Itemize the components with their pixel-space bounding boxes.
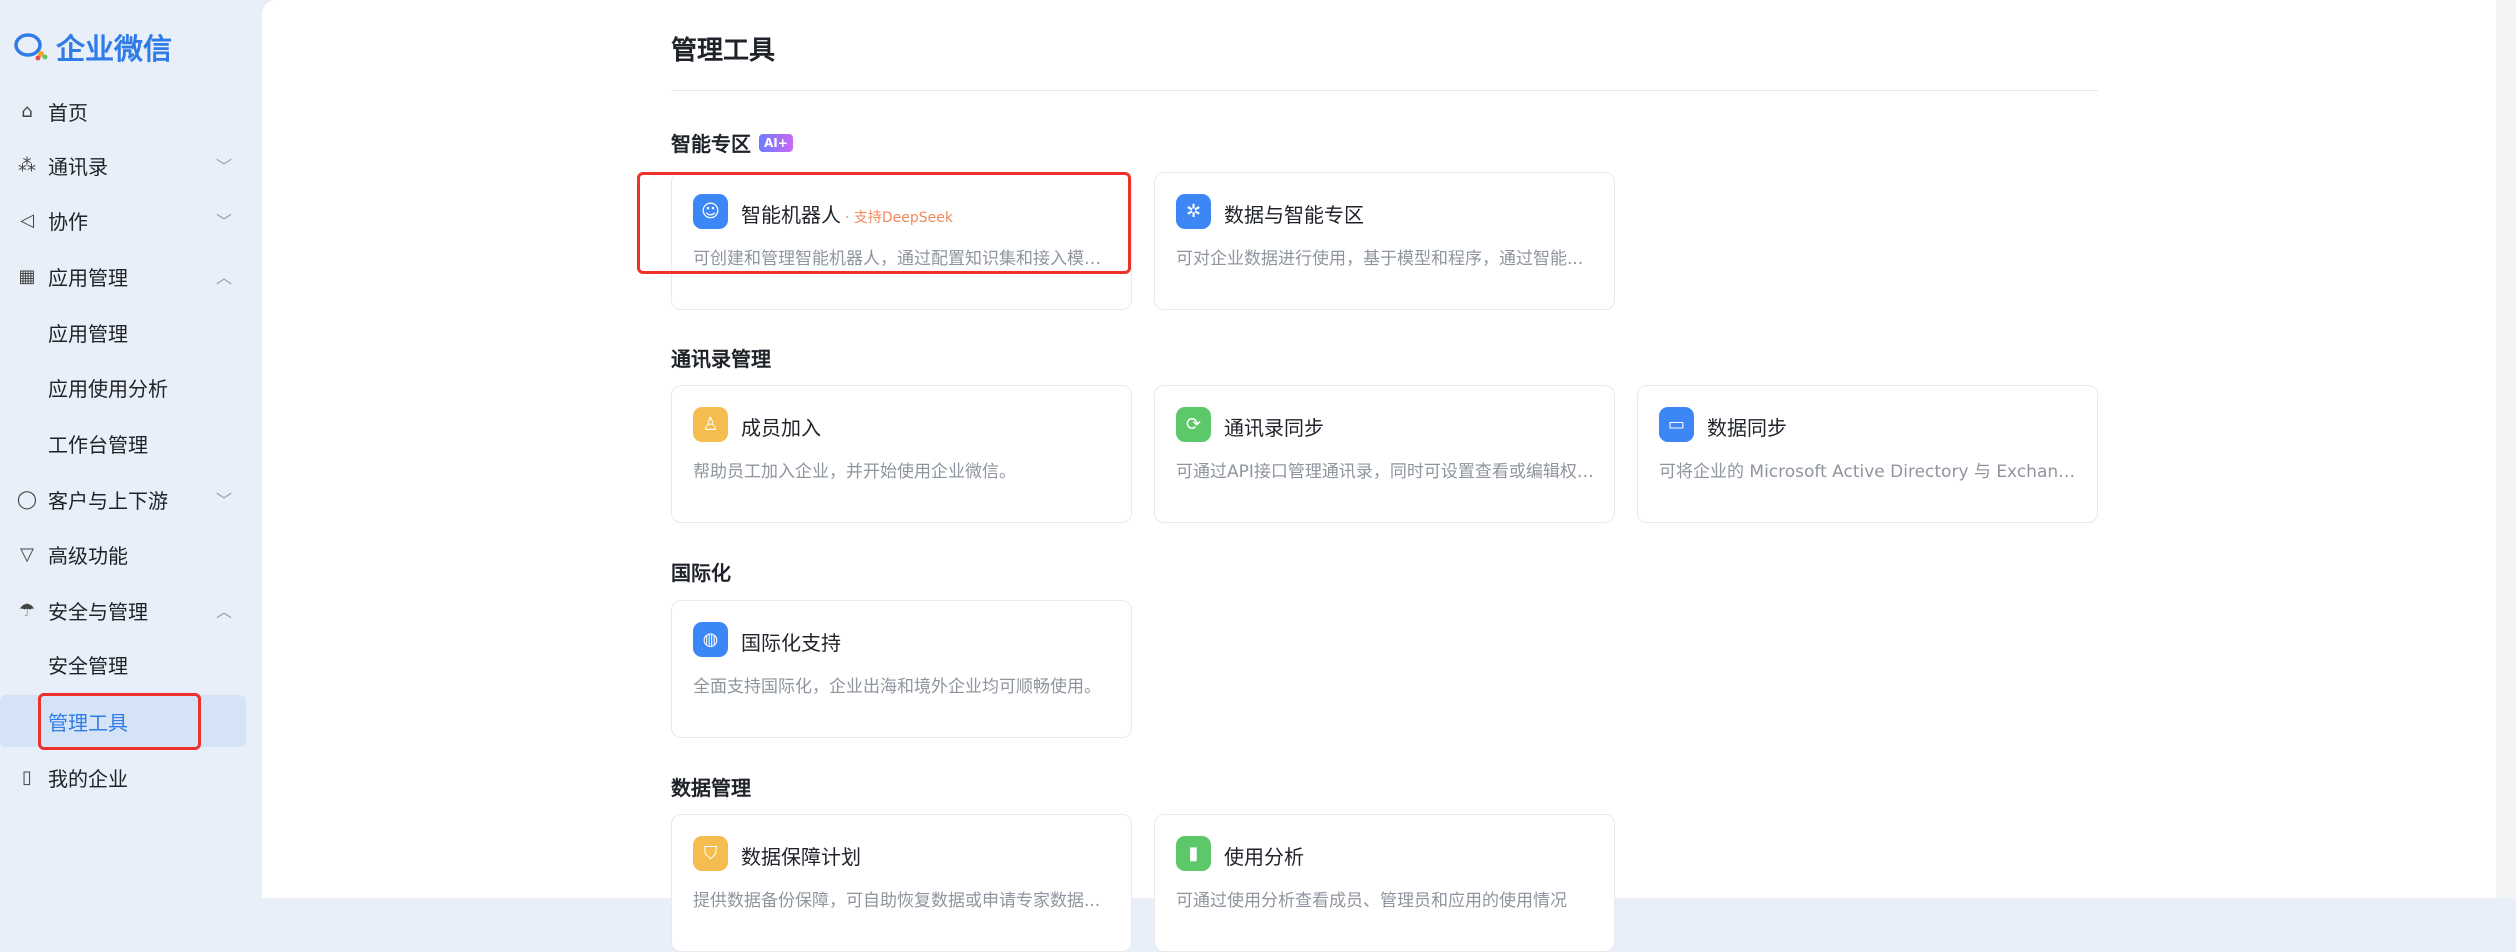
scrollbar-track[interactable] — [2496, 0, 2516, 898]
card-title: 国际化支持 — [741, 627, 841, 656]
card-description: 可将企业的 Microsoft Active Directory 与 Excha… — [1659, 462, 2079, 482]
sidebar-item-label: 首页 — [48, 100, 88, 125]
section-heading: 国际化 — [671, 557, 731, 586]
tool-card[interactable]: ⛉ 数据保障计划 提供数据备份保障，可自助恢复数据或申请专家数据... — [671, 814, 1132, 952]
sidebar-item-label: 管理工具 — [48, 710, 128, 735]
tool-icon: ⟳ — [1176, 407, 1211, 442]
tool-card[interactable]: ✲ 数据与智能专区 可对企业数据进行使用，基于模型和程序，通过智能... — [1154, 172, 1615, 310]
app-logo[interactable]: 企业微信 — [14, 26, 172, 68]
sidebar-item-label: 应用管理 — [48, 321, 128, 346]
sidebar-item-label: 高级功能 — [48, 543, 128, 568]
sidebar-item-label: 应用管理 — [48, 265, 128, 290]
section-title: 数据管理 — [671, 776, 751, 800]
chevron-down-icon[interactable]: ﹀ — [214, 487, 234, 511]
tool-icon: ⛉ — [693, 836, 728, 871]
section-heading: 数据管理 — [671, 772, 751, 801]
tool-icon: ▭ — [1659, 407, 1694, 442]
tool-icon: ▮ — [1176, 836, 1211, 871]
home-icon: ⌂ — [21, 100, 33, 122]
tool-icon: ♙ — [693, 407, 728, 442]
sidebar-item-label: 安全与管理 — [48, 599, 148, 624]
card-title: 智能机器人 · 支持DeepSeek — [741, 199, 953, 228]
chevron-down-icon[interactable]: ﹀ — [214, 153, 234, 177]
sidebar-item-label: 应用使用分析 — [48, 376, 168, 401]
card-description: 可通过使用分析查看成员、管理员和应用的使用情况 — [1176, 891, 1567, 911]
app-title: 企业微信 — [56, 32, 173, 66]
chevron-down-icon[interactable]: ﹀ — [214, 208, 234, 232]
card-title-text: 通讯录同步 — [1224, 416, 1324, 440]
tool-card[interactable]: ▮ 使用分析 可通过使用分析查看成员、管理员和应用的使用情况 — [1154, 814, 1615, 952]
sidebar-item-label: 安全管理 — [48, 653, 128, 678]
collab-icon: ◁ — [20, 209, 34, 231]
sidebar: 企业微信 ⌂ 首页 ⁂ 通讯录 ﹀ ◁ 协作 ﹀ ▦ 应用管理 ︿ 应用管理应用使用分析 工作台管理 ◯ 客… — [0, 0, 262, 898]
sidebar-item-label: 协作 — [48, 209, 88, 234]
card-title: 数据与智能专区 — [1224, 199, 1364, 228]
card-description: 提供数据备份保障，可自助恢复数据或申请专家数据... — [693, 891, 1101, 911]
card-description: 可对企业数据进行使用，基于模型和程序，通过智能... — [1176, 249, 1584, 269]
tool-icon: ☺ — [693, 194, 728, 229]
card-description: 可创建和管理智能机器人，通过配置知识集和接入模型... — [693, 249, 1113, 269]
umbrella-icon: ☂ — [18, 599, 36, 621]
card-title: 成员加入 — [741, 412, 821, 441]
section-heading: 智能专区 AI+ — [671, 128, 793, 157]
card-title-text: 数据与智能专区 — [1224, 203, 1364, 227]
card-title: 数据同步 — [1707, 412, 1787, 441]
chat-bubble-icon: ◯ — [16, 488, 38, 510]
sidebar-item-label: 工作台管理 — [48, 432, 148, 457]
ai-badge: AI+ — [759, 133, 793, 152]
card-title: 通讯录同步 — [1224, 412, 1324, 441]
sidebar-item[interactable]: ◯ 客户与上下游 ﹀ — [0, 473, 246, 525]
card-title-text: 使用分析 — [1224, 845, 1304, 869]
tool-icon: ✲ — [1176, 194, 1211, 229]
sidebar-item-label: 客户与上下游 — [48, 488, 168, 513]
tool-card[interactable]: ☺ 智能机器人 · 支持DeepSeek 可创建和管理智能机器人，通过配置知识集和… — [671, 172, 1132, 310]
card-title-text: 成员加入 — [741, 416, 821, 440]
org-chart-icon: ⁂ — [18, 154, 36, 176]
wecom-logo-icon — [14, 33, 48, 61]
sidebar-subitem[interactable]: 应用使用分析 — [0, 361, 246, 413]
card-title: 数据保障计划 — [741, 841, 861, 870]
card-tag: · 支持DeepSeek — [845, 210, 954, 226]
sidebar-item[interactable]: ▯ 我的企业 — [0, 751, 246, 803]
tool-card[interactable]: ◍ 国际化支持 全面支持国际化，企业出海和境外企业均可顺畅使用。 — [671, 600, 1132, 738]
card-title-text: 智能机器人 — [741, 203, 841, 227]
card-description: 可通过API接口管理通讯录，同时可设置查看或编辑权限... — [1176, 462, 1596, 482]
section-title: 智能专区 — [671, 132, 751, 156]
sidebar-item[interactable]: ▽ 高级功能 — [0, 528, 246, 580]
card-description: 帮助员工加入企业，并开始使用企业微信。 — [693, 462, 1016, 482]
card-title-text: 数据同步 — [1707, 416, 1787, 440]
apps-grid-icon: ▦ — [18, 265, 36, 287]
sidebar-item[interactable]: ▦ 应用管理 ︿ — [0, 250, 246, 302]
sidebar-item[interactable]: ☂ 安全与管理 ︿ — [0, 584, 246, 636]
tool-card[interactable]: ♙ 成员加入 帮助员工加入企业，并开始使用企业微信。 — [671, 385, 1132, 523]
building-icon: ▯ — [22, 766, 32, 788]
badge-icon: ▽ — [20, 543, 34, 565]
divider — [671, 90, 2098, 91]
card-title-text: 国际化支持 — [741, 631, 841, 655]
tool-card[interactable]: ▭ 数据同步 可将企业的 Microsoft Active Directory … — [1637, 385, 2098, 523]
sidebar-subitem[interactable]: 管理工具 — [0, 695, 246, 747]
card-title-text: 数据保障计划 — [741, 845, 861, 869]
sidebar-item[interactable]: ⁂ 通讯录 ﹀ — [0, 139, 246, 191]
sidebar-item[interactable]: ◁ 协作 ﹀ — [0, 194, 246, 246]
sidebar-subitem[interactable]: 安全管理 — [0, 638, 246, 690]
card-title: 使用分析 — [1224, 841, 1304, 870]
sidebar-subitem[interactable]: 工作台管理 — [0, 417, 246, 469]
sidebar-item[interactable]: ⌂ 首页 — [0, 85, 246, 137]
card-description: 全面支持国际化，企业出海和境外企业均可顺畅使用。 — [693, 677, 1101, 697]
section-title: 国际化 — [671, 561, 731, 585]
sidebar-subitem[interactable]: 应用管理 — [0, 306, 246, 358]
chevron-up-icon[interactable]: ︿ — [214, 264, 234, 288]
section-heading: 通讯录管理 — [671, 343, 771, 372]
tool-card[interactable]: ⟳ 通讯录同步 可通过API接口管理通讯录，同时可设置查看或编辑权限... — [1154, 385, 1615, 523]
sidebar-item-label: 我的企业 — [48, 766, 128, 791]
section-title: 通讯录管理 — [671, 347, 771, 371]
page-title: 管理工具 — [671, 36, 776, 66]
chevron-up-icon[interactable]: ︿ — [214, 598, 234, 622]
tool-icon: ◍ — [693, 622, 728, 657]
sidebar-item-label: 通讯录 — [48, 154, 108, 179]
